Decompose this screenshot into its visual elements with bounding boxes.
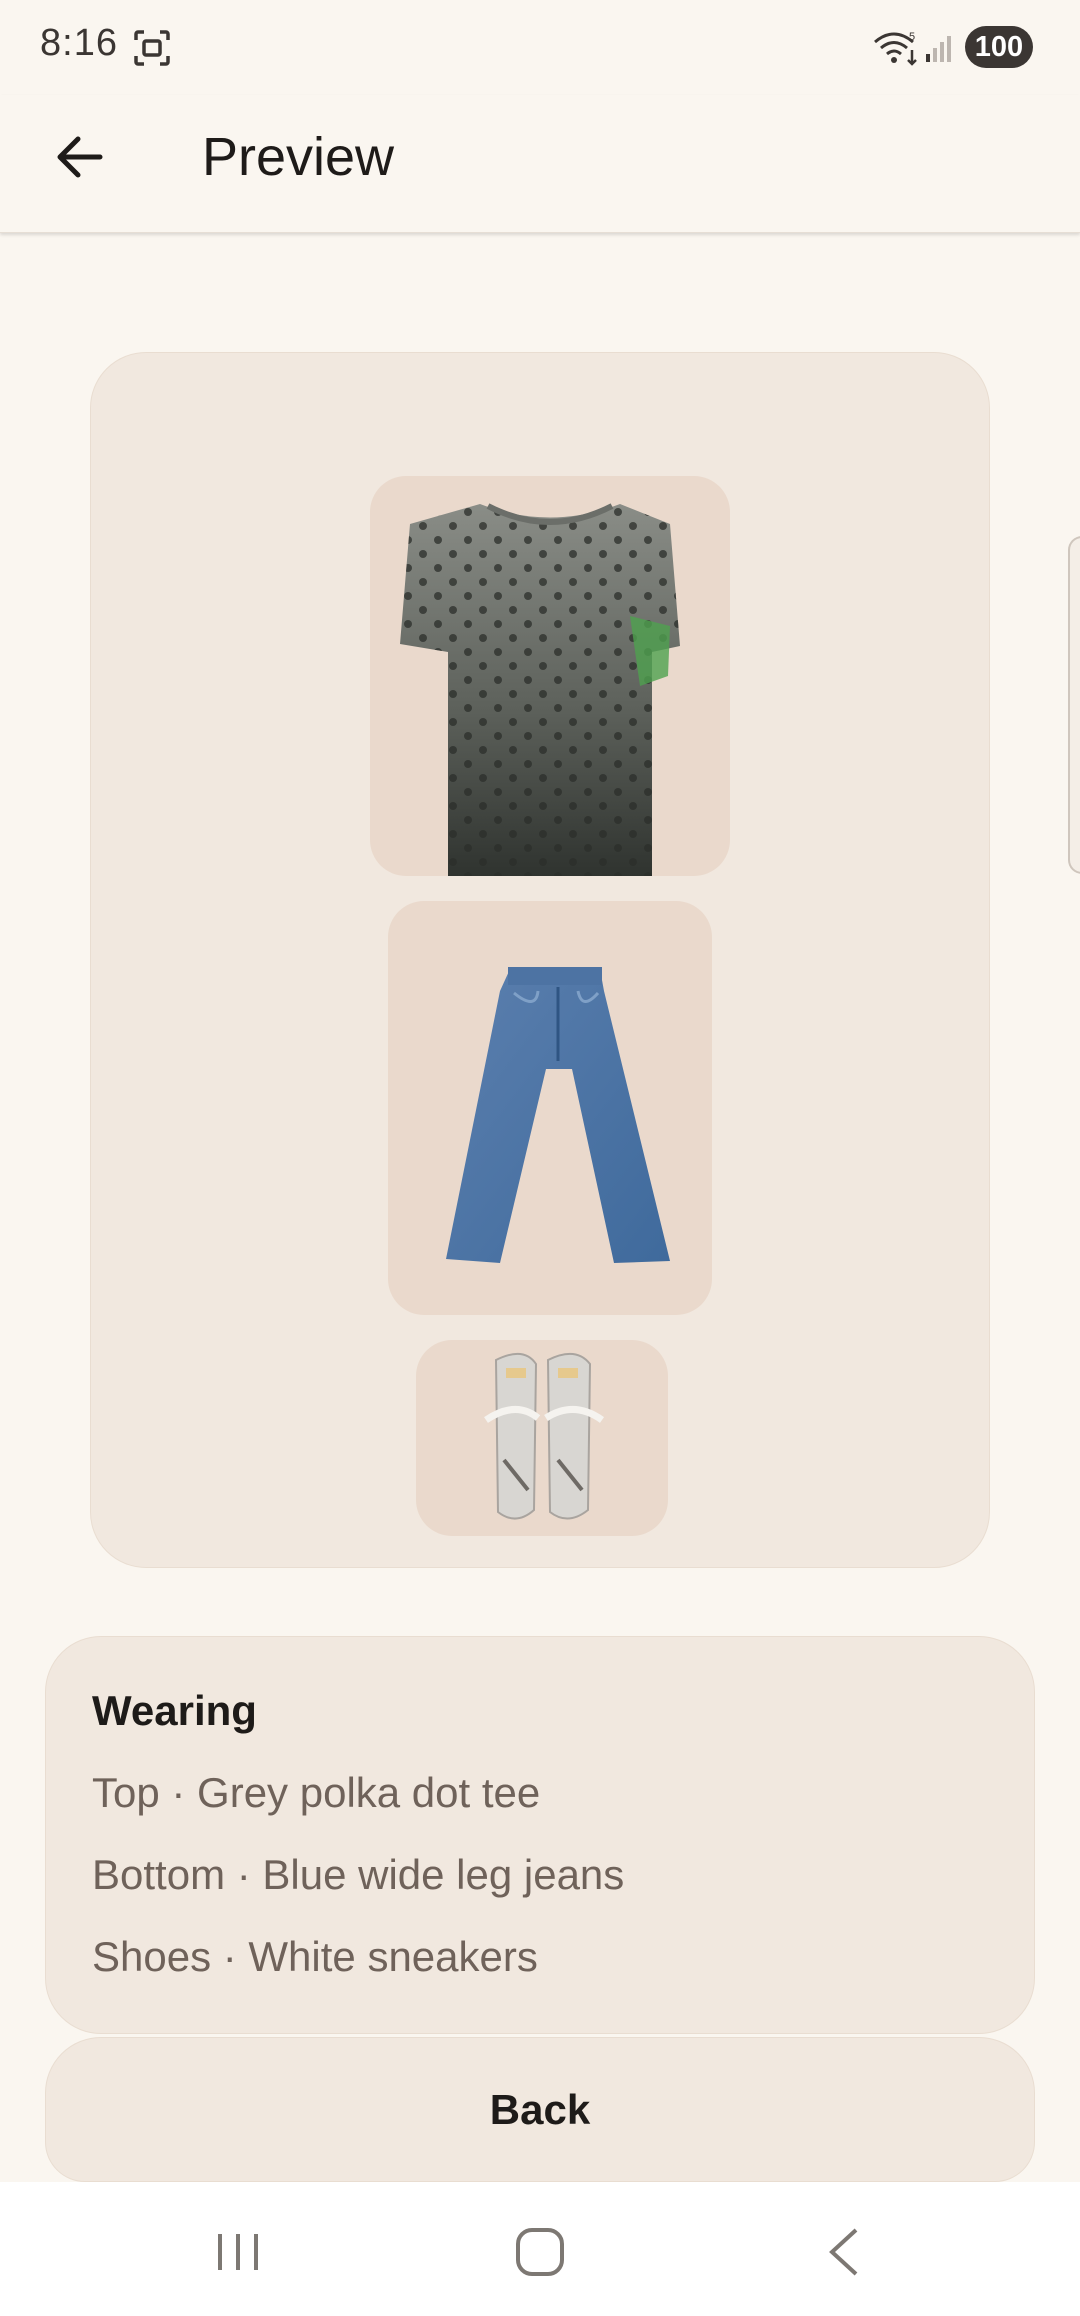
- bottom-item-tile[interactable]: [388, 901, 712, 1315]
- screenshot-icon: [132, 28, 172, 68]
- page-title: Preview: [202, 127, 395, 187]
- wifi-icon: 5: [872, 28, 920, 68]
- status-bar: 8:16 5 100: [0, 0, 1080, 95]
- wearing-bottom-line: Bottom · Blue wide leg jeans: [92, 1851, 625, 1898]
- back-button[interactable]: Back: [45, 2037, 1035, 2182]
- wearing-heading: Wearing: [92, 1687, 257, 1734]
- back-chevron-icon[interactable]: [822, 2226, 866, 2278]
- recents-icon[interactable]: [212, 2228, 264, 2276]
- white-sneakers-image: [484, 1353, 605, 1520]
- wearing-card: Wearing Top · Grey polka dot tee Bottom …: [45, 1636, 1035, 2034]
- home-icon[interactable]: [514, 2226, 566, 2278]
- shoes-item-tile[interactable]: [416, 1340, 668, 1536]
- top-item-tile[interactable]: [370, 476, 730, 876]
- wearing-shoes-line: Shoes · White sneakers: [92, 1933, 538, 1980]
- status-time: 8:16: [40, 22, 118, 64]
- arrow-left-icon[interactable]: [48, 125, 112, 189]
- wearing-top-line: Top · Grey polka dot tee: [92, 1769, 541, 1816]
- blue-wide-leg-jeans-image: [446, 967, 670, 1263]
- signal-icon: [924, 30, 958, 64]
- battery-level: 100: [965, 26, 1033, 68]
- outfit-preview-card: [90, 352, 990, 1568]
- app-bar: Preview: [0, 95, 1080, 233]
- grey-polka-dot-tee-image: [400, 503, 680, 876]
- system-nav-bar: [0, 2182, 1080, 2316]
- svg-text:5: 5: [909, 31, 915, 43]
- side-panel-handle[interactable]: [1068, 536, 1080, 874]
